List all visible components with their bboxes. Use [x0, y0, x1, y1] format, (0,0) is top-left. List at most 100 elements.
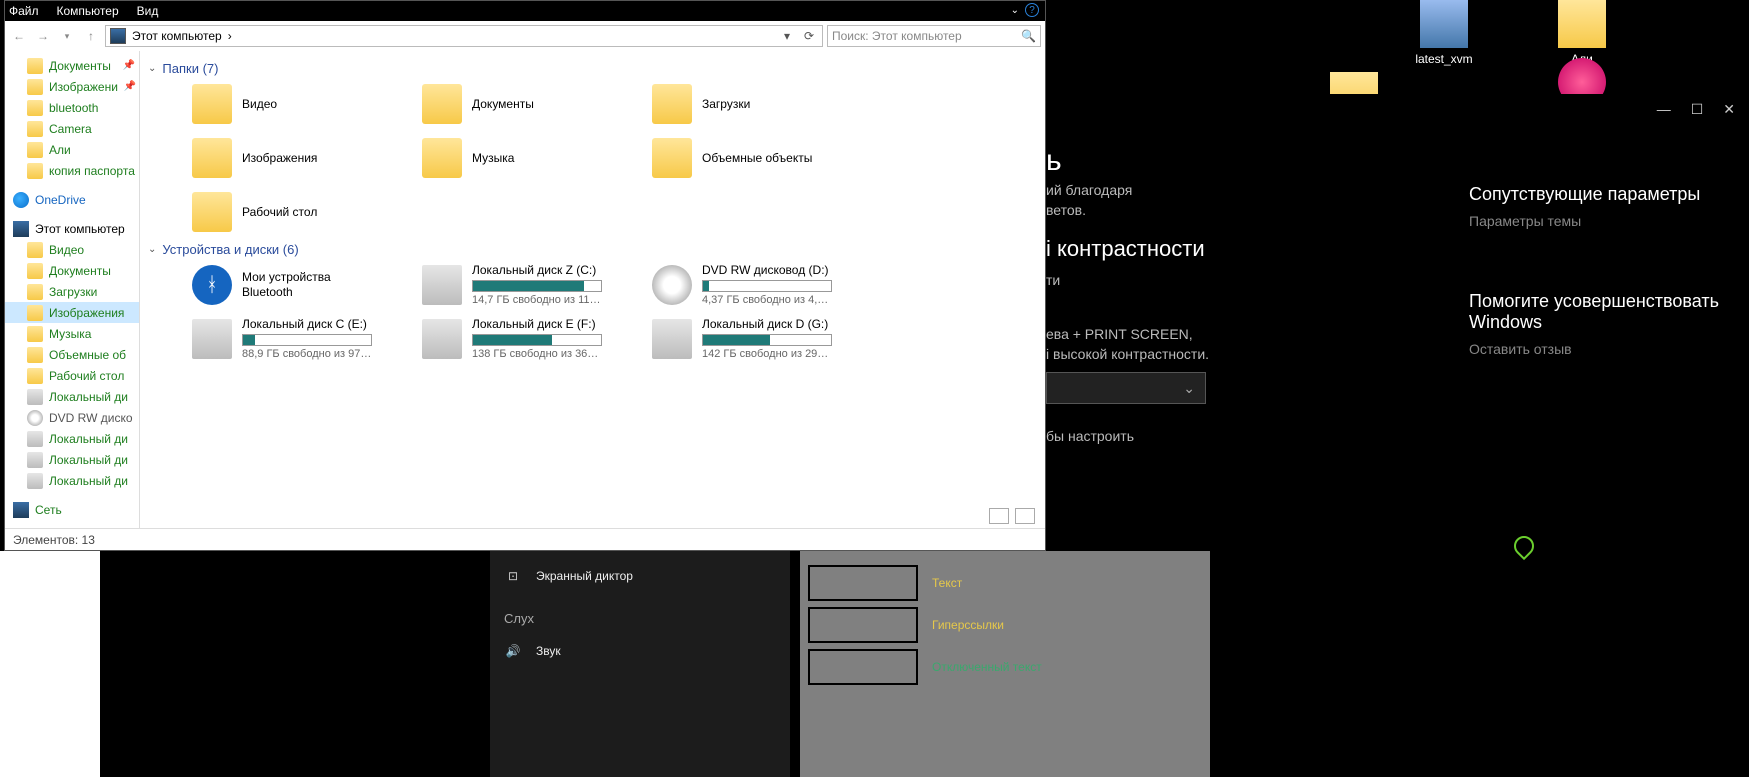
nav-item[interactable]: копия паспорта [5, 160, 139, 181]
forward-button[interactable]: → [33, 29, 53, 43]
settings-nav-item[interactable]: ⊡Экранный диктор [490, 555, 790, 597]
folder-icon [27, 142, 43, 158]
folder-tile[interactable]: Загрузки [652, 80, 882, 128]
menu-computer[interactable]: Компьютер [57, 4, 119, 18]
nav-label: Camera [49, 122, 92, 136]
desktop-icon[interactable]: latest_xvm [1394, 0, 1494, 66]
ribbon-toggle-icon[interactable]: ⌄ [1011, 5, 1019, 16]
nav-label: Сеть [35, 503, 62, 517]
folder-icon [27, 58, 43, 74]
nav-item[interactable]: Изображения [5, 302, 139, 323]
drive-free: 138 ГБ свободно из 36… [472, 348, 602, 362]
high-contrast-preview: ТекстГиперссылкиОтключенный текст [800, 551, 1210, 777]
up-button[interactable]: ↑ [81, 29, 101, 43]
group-header[interactable]: ⌄Устройства и диски (6) [148, 242, 1037, 257]
refresh-icon[interactable]: ⟳ [800, 29, 818, 43]
nav-item[interactable]: OneDrive [5, 189, 139, 210]
drive-usage-bar [472, 280, 602, 292]
settings-nav-label: Звук [536, 644, 561, 658]
nav-item[interactable]: Объемные об [5, 344, 139, 365]
nav-item[interactable]: Документы📌 [5, 55, 139, 76]
onedrive-icon [13, 192, 29, 208]
drive-tile[interactable]: DVD RW дисковод (D:) 4,37 ГБ свободно из … [652, 261, 882, 309]
folder-tile[interactable]: Объемные объекты [652, 134, 882, 182]
folder-icon [192, 192, 232, 232]
group-header[interactable]: ⌄Папки (7) [148, 61, 1037, 76]
nav-item[interactable]: Видео [5, 239, 139, 260]
view-tiles-icon[interactable] [1015, 508, 1035, 524]
drive-tile[interactable]: Локальный диск E (F:)138 ГБ свободно из … [422, 315, 652, 363]
menu-view[interactable]: Вид [137, 4, 159, 18]
folder-icon [422, 84, 462, 124]
nav-item[interactable]: Локальный ди [5, 470, 139, 491]
menu-file[interactable]: Файл [9, 4, 39, 18]
address-field[interactable]: Этот компьютер › ▾ ⟳ [105, 25, 823, 47]
nav-item[interactable]: Музыка [5, 323, 139, 344]
drive-icon [422, 265, 462, 305]
nav-item[interactable]: Изображени📌 [5, 76, 139, 97]
nav-item-icon [27, 347, 43, 363]
back-button[interactable]: ← [9, 29, 29, 43]
desktop-icon[interactable]: Али [1532, 0, 1632, 66]
minimize-button[interactable]: — [1657, 101, 1671, 117]
nav-label: Загрузки [49, 285, 97, 299]
hc-color-box[interactable] [808, 607, 918, 643]
nav-item[interactable]: Локальный ди [5, 386, 139, 407]
settings-text: ий благодаря [1046, 182, 1449, 198]
drive-name: DVD RW дисковод (D:) [702, 263, 832, 278]
close-button[interactable]: ✕ [1723, 101, 1735, 118]
hc-color-box[interactable] [808, 649, 918, 685]
drive-tile[interactable]: Локальный диск C (E:)88,9 ГБ свободно из… [192, 315, 422, 363]
nav-pane: Документы📌Изображени📌bluetooth Camera Алик… [5, 51, 140, 528]
help-icon[interactable]: ? [1025, 3, 1039, 17]
nav-label: Изображения [49, 306, 124, 320]
theme-dropdown[interactable]: ⌄ [1046, 372, 1206, 404]
aside-link-theme[interactable]: Параметры темы [1469, 213, 1729, 229]
nav-item[interactable]: Локальный ди [5, 428, 139, 449]
search-icon: 🔍 [1021, 29, 1036, 43]
folder-tile[interactable]: Видео [192, 80, 422, 128]
nav-item-icon [27, 326, 43, 342]
view-details-icon[interactable] [989, 508, 1009, 524]
maximize-button[interactable]: ☐ [1691, 101, 1704, 118]
aside-link-feedback[interactable]: Оставить отзыв [1469, 341, 1729, 357]
address-dropdown-icon[interactable]: ▾ [778, 29, 796, 43]
nav-item[interactable]: Camera [5, 118, 139, 139]
search-input[interactable]: Поиск: Этот компьютер 🔍 [827, 25, 1041, 47]
nav-item[interactable]: Сеть [5, 499, 139, 520]
nav-item[interactable]: DVD RW диско [5, 407, 139, 428]
recent-dropdown[interactable]: ▾ [57, 31, 77, 42]
settings-nav-heading: Слух [490, 597, 790, 630]
folder-tile[interactable]: Изображения [192, 134, 422, 182]
folder-icon [27, 79, 43, 95]
folder-tile[interactable]: Документы [422, 80, 652, 128]
nav-item-icon [27, 389, 43, 405]
folder-tile[interactable]: Рабочий стол [192, 188, 422, 236]
desktop-icon-image [1420, 0, 1468, 48]
group-title: Устройства и диски (6) [162, 242, 298, 257]
drive-tile[interactable]: Локальный диск D (G:)142 ГБ свободно из … [652, 315, 882, 363]
hc-row: Текст [808, 565, 1202, 601]
nav-item[interactable]: Этот компьютер [5, 218, 139, 239]
tile-label: Загрузки [702, 97, 750, 112]
nav-label: Локальный ди [49, 432, 128, 446]
nav-item[interactable]: Рабочий стол [5, 365, 139, 386]
network-icon [13, 502, 29, 518]
nav-item-icon [27, 410, 43, 426]
explorer-window: Файл Компьютер Вид ⌄ ? ← → ▾ ↑ Этот комп… [4, 0, 1046, 551]
nav-item[interactable]: Документы [5, 260, 139, 281]
hc-color-box[interactable] [808, 565, 918, 601]
settings-nav-item[interactable]: 🔊Звук [490, 630, 790, 672]
nav-item[interactable]: Локальный ди [5, 449, 139, 470]
folder-tile[interactable]: Музыка [422, 134, 652, 182]
nav-label: Видео [49, 243, 84, 257]
drive-free: 4,37 ГБ свободно из 4,… [702, 294, 832, 308]
nav-item[interactable]: Загрузки [5, 281, 139, 302]
nav-item[interactable]: Али [5, 139, 139, 160]
breadcrumb[interactable]: Этот компьютер [132, 29, 222, 43]
drive-free: 88,9 ГБ свободно из 97… [242, 348, 372, 362]
drive-tile[interactable]: ᚼМои устройстваBluetooth [192, 261, 422, 309]
nav-item[interactable]: bluetooth [5, 97, 139, 118]
menubar: Файл Компьютер Вид ⌄ ? [5, 1, 1045, 21]
drive-tile[interactable]: Локальный диск Z (C:)14,7 ГБ свободно из… [422, 261, 652, 309]
